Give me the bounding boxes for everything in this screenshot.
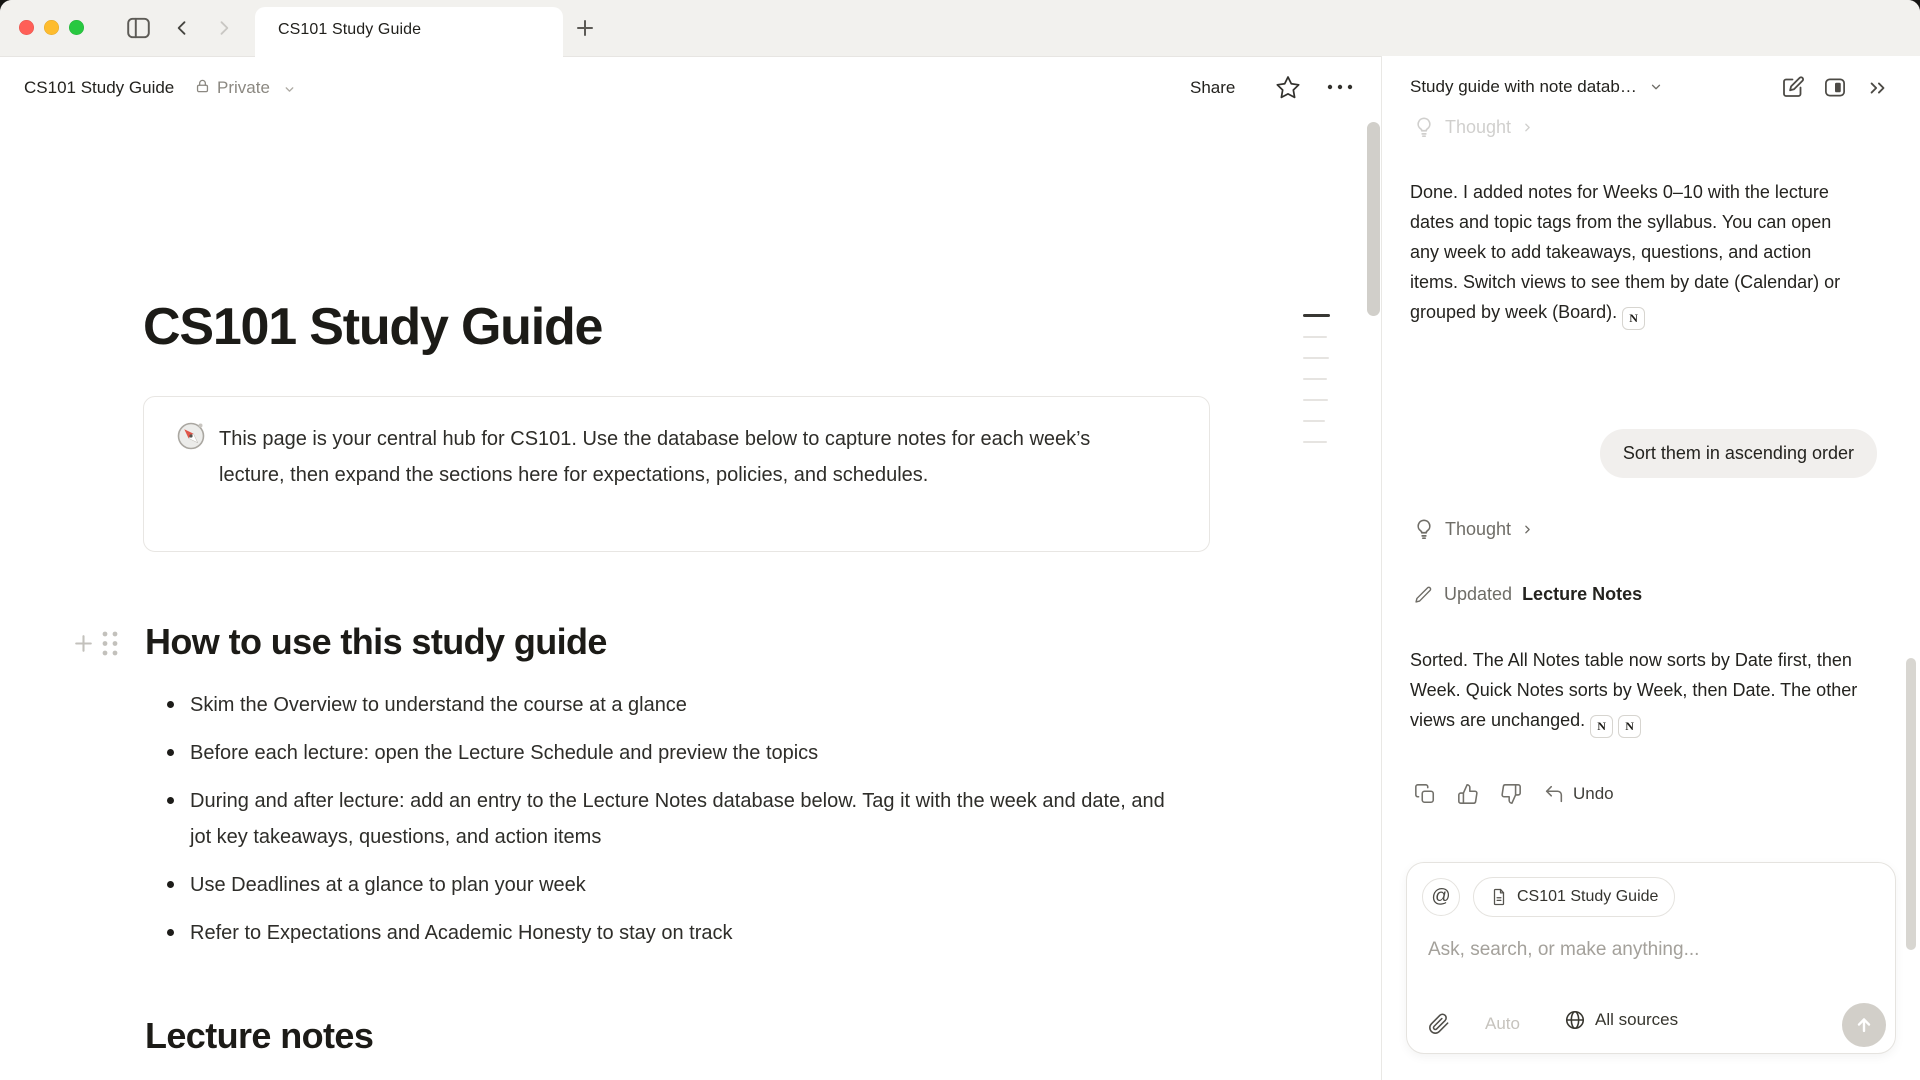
lightbulb-icon (1413, 116, 1435, 138)
bullet-dot (167, 929, 174, 936)
updated-row[interactable]: Updated Lecture Notes (1413, 584, 1642, 605)
notion-page-badge-icon[interactable]: N (1622, 307, 1645, 330)
thought-toggle-faded[interactable]: Thought (1413, 116, 1534, 138)
nav-back-icon[interactable] (172, 18, 192, 38)
send-button[interactable] (1842, 1003, 1886, 1047)
toc-line[interactable] (1303, 441, 1327, 443)
callout-text: This page is your central hub for CS101.… (219, 421, 1117, 493)
bullet-dot (167, 881, 174, 888)
nav-forward-icon[interactable] (214, 18, 234, 38)
section-heading: How to use this study guide (145, 620, 607, 664)
close-window-button[interactable] (19, 20, 34, 35)
page-title: CS101 Study Guide (143, 297, 602, 357)
list-item: Use Deadlines at a glance to plan your w… (143, 861, 1165, 909)
sources-selector[interactable]: All sources (1564, 1009, 1678, 1031)
updated-target-link[interactable]: Lecture Notes (1522, 584, 1642, 605)
ai-thread-title: Study guide with note datab… (1410, 77, 1637, 97)
user-message-bubble: Sort them in ascending order (1600, 429, 1877, 478)
panel-scrollbar[interactable] (1906, 658, 1916, 950)
privacy-dropdown[interactable]: Private (217, 78, 270, 98)
favorite-star-icon[interactable] (1275, 74, 1301, 100)
mode-selector[interactable]: Auto (1485, 1014, 1520, 1034)
composer-input[interactable]: Ask, search, or make anything... (1428, 939, 1699, 961)
bullet-dot (167, 749, 174, 756)
bullet-dot (167, 701, 174, 708)
at-icon: @ (1431, 886, 1450, 908)
add-block-icon[interactable] (71, 631, 96, 656)
toc-line[interactable] (1303, 420, 1325, 422)
main-scrollbar[interactable] (1367, 122, 1380, 316)
notion-page-badge-icon[interactable]: N (1618, 715, 1641, 738)
context-chip-label: CS101 Study Guide (1517, 888, 1658, 906)
undo-button[interactable]: Undo (1543, 783, 1614, 805)
tab-bar: CS101 Study Guide (0, 0, 1920, 57)
undo-icon (1543, 783, 1565, 805)
callout-block: This page is your central hub for CS101.… (143, 396, 1210, 552)
more-options-icon[interactable] (1326, 82, 1354, 92)
section-heading-2: Lecture notes (145, 1014, 373, 1058)
list-item: During and after lecture: add an entry t… (143, 777, 1165, 861)
minimize-window-button[interactable] (44, 20, 59, 35)
thumbs-down-icon[interactable] (1500, 783, 1522, 805)
share-button[interactable]: Share (1190, 78, 1235, 98)
chevron-right-icon (1521, 121, 1534, 134)
list-item: Before each lecture: open the Lecture Sc… (143, 729, 1165, 777)
chevron-right-icon (1521, 523, 1534, 536)
thought-toggle[interactable]: Thought (1413, 518, 1534, 540)
new-tab-icon[interactable] (573, 16, 597, 40)
globe-icon (1564, 1009, 1586, 1031)
thumbs-up-icon[interactable] (1457, 783, 1479, 805)
tab-cs101-study-guide[interactable]: CS101 Study Guide (255, 7, 563, 57)
message-actions: Undo (1414, 783, 1614, 805)
updated-label: Updated (1444, 584, 1512, 605)
thought-label: Thought (1445, 519, 1511, 540)
thought-label: Thought (1445, 117, 1511, 138)
assistant-message: Sorted. The All Notes table now sorts by… (1410, 645, 1860, 738)
pencil-icon (1413, 584, 1434, 605)
notion-window: CS101 Study Guide CS101 Study Guide Priv… (0, 0, 1920, 1080)
toc-line[interactable] (1303, 378, 1327, 380)
notion-page-badge-icon[interactable]: N (1590, 715, 1613, 738)
list-item: Skim the Overview to understand the cour… (143, 681, 1165, 729)
ai-composer: @ CS101 Study Guide Ask, search, or make… (1406, 862, 1896, 1054)
lock-icon (194, 77, 211, 95)
undo-label: Undo (1573, 784, 1614, 804)
toc-line[interactable] (1303, 357, 1329, 359)
arrow-up-icon (1853, 1014, 1875, 1036)
toc-indicator[interactable] (1303, 314, 1331, 443)
sources-label: All sources (1595, 1010, 1678, 1030)
tab-title: CS101 Study Guide (278, 21, 421, 39)
toc-line[interactable] (1303, 336, 1327, 338)
ai-panel: Study guide with note datab… Thought (1381, 56, 1920, 1080)
chevron-down-icon (1649, 80, 1663, 94)
copy-icon[interactable] (1414, 783, 1436, 805)
bullet-dot (167, 797, 174, 804)
ai-thread-selector[interactable]: Study guide with note datab… (1410, 77, 1663, 97)
panel-divider (1381, 56, 1382, 1080)
sidebar-toggle-icon[interactable] (125, 15, 152, 41)
chevron-down-icon[interactable] (283, 83, 296, 96)
drag-handle-icon[interactable] (99, 629, 121, 658)
page-document-icon (1490, 887, 1508, 907)
assistant-message: Done. I added notes for Weeks 0–10 with … (1410, 177, 1860, 330)
toc-line[interactable] (1303, 399, 1328, 401)
list-item: Refer to Expectations and Academic Hones… (143, 909, 1165, 957)
toc-line-active[interactable] (1303, 314, 1330, 317)
compass-emoji-icon (176, 421, 206, 451)
composer-toolbar: Auto All sources (1407, 1005, 1895, 1045)
bullet-list: Skim the Overview to understand the cour… (143, 681, 1165, 957)
panel-layout-icon[interactable] (1823, 76, 1847, 99)
breadcrumb[interactable]: CS101 Study Guide (24, 78, 174, 98)
attachment-paperclip-icon[interactable] (1428, 1013, 1450, 1035)
new-chat-compose-icon[interactable] (1781, 75, 1805, 99)
collapse-panel-icon[interactable] (1867, 77, 1889, 99)
lightbulb-icon (1413, 518, 1435, 540)
mention-button[interactable]: @ (1422, 878, 1460, 916)
context-chip[interactable]: CS101 Study Guide (1473, 877, 1675, 917)
privacy-label: Private (217, 78, 270, 97)
zoom-window-button[interactable] (69, 20, 84, 35)
